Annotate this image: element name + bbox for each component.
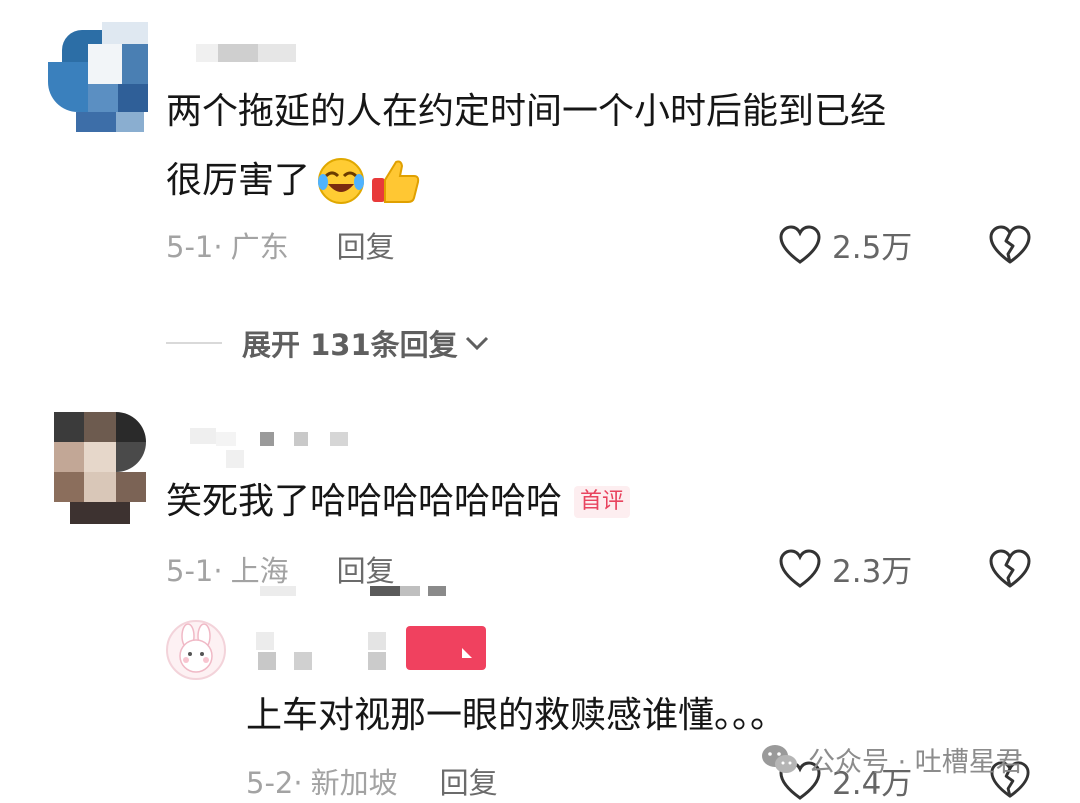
heart-icon [778, 548, 822, 590]
like-count: 2.3万 [832, 554, 913, 590]
chevron-down-icon [464, 333, 490, 353]
reply-button[interactable]: 回复 [440, 760, 498, 802]
like-count: 2.5万 [832, 230, 913, 266]
obscured-strip [260, 586, 446, 598]
dislike-broken-heart-icon[interactable] [988, 224, 1032, 266]
avatar[interactable] [54, 412, 146, 524]
watermark: 公众号 · 吐槽星君 [760, 740, 1023, 779]
divider [166, 342, 222, 344]
reply-location: 新加坡 [310, 766, 398, 800]
comment-text-line1: 两个拖延的人在约定时间一个小时后能到已经 [166, 91, 887, 132]
first-comment-badge: 首评 [574, 486, 631, 518]
meta-separator: · [213, 554, 223, 588]
rabbit-avatar-icon [179, 623, 213, 673]
comment-date: 5-1 [166, 554, 214, 588]
wechat-icon [760, 743, 800, 777]
comment-text-line2: 很厉害了 [166, 160, 311, 201]
reply-button[interactable]: 回复 [337, 224, 395, 266]
meta-separator: · [293, 766, 303, 800]
username[interactable] [196, 44, 296, 62]
comment-location: 上海 [230, 554, 289, 588]
expand-replies-label: 展开 131条回复 [242, 328, 458, 362]
comment-date: 5-1 [166, 230, 214, 264]
avatar[interactable] [166, 620, 226, 680]
dislike-broken-heart-icon[interactable] [988, 548, 1032, 590]
username[interactable] [190, 428, 350, 468]
laughing-crying-emoji-icon [316, 156, 366, 206]
expand-replies[interactable]: 展开 131条回复 [166, 322, 490, 364]
reply-date: 5-2 [246, 766, 294, 800]
heart-icon [778, 224, 822, 266]
reply-button[interactable]: 回复 [337, 548, 395, 590]
meta-separator: · [213, 230, 223, 264]
comment-location: 广东 [230, 230, 289, 264]
watermark-text: 公众号 · 吐槽星君 [808, 747, 1023, 778]
like-button[interactable]: 2.3万 [778, 546, 912, 591]
author-tag [406, 626, 486, 670]
like-button[interactable]: 2.5万 [778, 222, 912, 267]
thumbs-up-emoji-icon [370, 156, 420, 206]
avatar[interactable] [44, 22, 148, 132]
comment-text: 笑死我了哈哈哈哈哈哈哈 [166, 481, 563, 522]
reply-text: 上车对视那一眼的救赎感谁懂。。。 [246, 695, 787, 736]
